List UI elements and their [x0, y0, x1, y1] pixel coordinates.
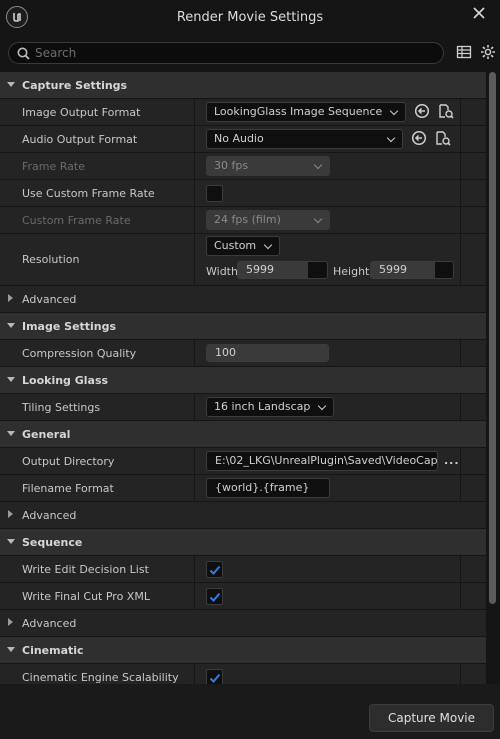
footer: Capture Movie [0, 684, 500, 739]
filename-format-label: Filename Format [22, 482, 114, 495]
use-custom-frame-rate-row: Use Custom Frame Rate [0, 180, 486, 207]
category-sequence[interactable]: Sequence [0, 529, 486, 556]
width-input[interactable]: 5999 [237, 261, 328, 279]
image-output-format-dropdown[interactable]: LookingGlass Image Sequence (p [206, 102, 406, 122]
category-looking-glass[interactable]: Looking Glass [0, 367, 486, 394]
expand-arrow-icon [8, 294, 13, 302]
use-selected-icon[interactable] [411, 130, 427, 146]
chevron-down-icon [313, 160, 323, 170]
resolution-label: Resolution [22, 253, 80, 266]
image-output-format-label: Image Output Format [22, 106, 141, 119]
search-icon [17, 47, 30, 63]
custom-frame-rate-row: Custom Frame Rate 24 fps (film) [0, 207, 486, 234]
chevron-down-icon [7, 377, 15, 382]
checkmark-icon [209, 565, 221, 575]
write-edl-label: Write Edit Decision List [22, 563, 149, 576]
capture-movie-button[interactable]: Capture Movie [369, 704, 494, 732]
checkmark-icon [209, 673, 221, 683]
frame-rate-row: Frame Rate 30 fps [0, 153, 486, 180]
custom-frame-rate-label: Custom Frame Rate [22, 214, 131, 227]
search-box[interactable] [8, 42, 444, 64]
cinematic-engine-scalability-row: Cinematic Engine Scalability [0, 664, 486, 684]
chevron-down-icon [7, 647, 15, 652]
filename-format-field[interactable]: {world}.{frame} [206, 478, 330, 498]
frame-rate-dropdown: 30 fps [206, 156, 330, 176]
cinematic-engine-scalability-checkbox[interactable] [206, 669, 223, 684]
chevron-down-icon [389, 106, 399, 116]
custom-frame-rate-dropdown: 24 fps (film) [206, 210, 330, 230]
write-fcp-xml-label: Write Final Cut Pro XML [22, 590, 150, 603]
chevron-down-icon [7, 539, 15, 544]
checkmark-icon [209, 592, 221, 602]
compression-quality-row: Compression Quality 100 [0, 340, 486, 367]
chevron-down-icon [263, 240, 273, 250]
chevron-down-icon [386, 133, 396, 143]
width-label: Width [206, 265, 238, 278]
compression-quality-input[interactable]: 100 [206, 344, 329, 362]
frame-rate-label: Frame Rate [22, 160, 85, 173]
cinematic-engine-scalability-label: Cinematic Engine Scalability [22, 671, 179, 684]
audio-output-format-label: Audio Output Format [22, 133, 138, 146]
chevron-down-icon [313, 214, 323, 224]
category-image-settings[interactable]: Image Settings [0, 313, 486, 340]
height-input[interactable]: 5999 [370, 261, 454, 279]
chevron-down-icon [7, 323, 15, 328]
compression-quality-label: Compression Quality [22, 347, 137, 360]
chevron-down-icon [317, 401, 327, 411]
write-fcp-xml-checkbox[interactable] [206, 588, 223, 605]
details-panel: Capture Settings Image Output Format Loo… [0, 72, 486, 684]
chevron-down-icon [7, 431, 15, 436]
filename-format-row: Filename Format {world}.{frame} [0, 475, 486, 502]
tiling-settings-label: Tiling Settings [22, 401, 101, 414]
category-cinematic[interactable]: Cinematic [0, 637, 486, 664]
window-title: Render Movie Settings [176, 10, 324, 25]
resolution-row: Resolution Custom Width 5999 Height 5999 [0, 234, 486, 286]
output-directory-row: Output Directory E:\02_LKG\UnrealPlugin\… [0, 448, 486, 475]
write-edl-checkbox[interactable] [206, 561, 223, 578]
expand-arrow-icon [8, 618, 13, 626]
tiling-settings-row: Tiling Settings 16 inch Landscape [0, 394, 486, 421]
expand-arrow-icon [8, 510, 13, 518]
tiling-settings-dropdown[interactable]: 16 inch Landscape [206, 397, 334, 417]
audio-output-format-dropdown[interactable]: No Audio [206, 129, 403, 149]
search-input[interactable] [35, 45, 435, 61]
close-icon[interactable] [472, 6, 486, 20]
use-selected-icon[interactable] [414, 103, 430, 119]
scrollbar-thumb[interactable] [489, 72, 496, 604]
write-edl-row: Write Edit Decision List [0, 556, 486, 583]
category-capture-settings[interactable]: Capture Settings [0, 72, 486, 99]
output-directory-label: Output Directory [22, 455, 115, 468]
output-directory-field[interactable]: E:\02_LKG\UnrealPlugin\Saved\VideoCapt [206, 451, 438, 471]
table-view-icon[interactable] [456, 44, 472, 60]
browse-asset-icon[interactable] [435, 130, 451, 146]
height-label: Height [333, 265, 370, 278]
browse-asset-icon[interactable] [438, 103, 454, 119]
audio-output-format-row: Audio Output Format No Audio [0, 126, 486, 153]
title-bar: Render Movie Settings [0, 0, 500, 36]
resolution-preset-dropdown[interactable]: Custom [206, 236, 280, 256]
chevron-down-icon [7, 82, 15, 87]
capture-advanced-row[interactable]: Advanced [0, 286, 486, 313]
settings-gear-icon[interactable] [480, 44, 496, 60]
general-advanced-row[interactable]: Advanced [0, 502, 486, 529]
image-output-format-row: Image Output Format LookingGlass Image S… [0, 99, 486, 126]
browse-directory-button[interactable]: ... [444, 454, 460, 467]
sequence-advanced-row[interactable]: Advanced [0, 610, 486, 637]
category-general[interactable]: General [0, 421, 486, 448]
use-custom-frame-rate-checkbox[interactable] [206, 185, 223, 202]
use-custom-frame-rate-label: Use Custom Frame Rate [22, 187, 155, 200]
write-fcp-xml-row: Write Final Cut Pro XML [0, 583, 486, 610]
